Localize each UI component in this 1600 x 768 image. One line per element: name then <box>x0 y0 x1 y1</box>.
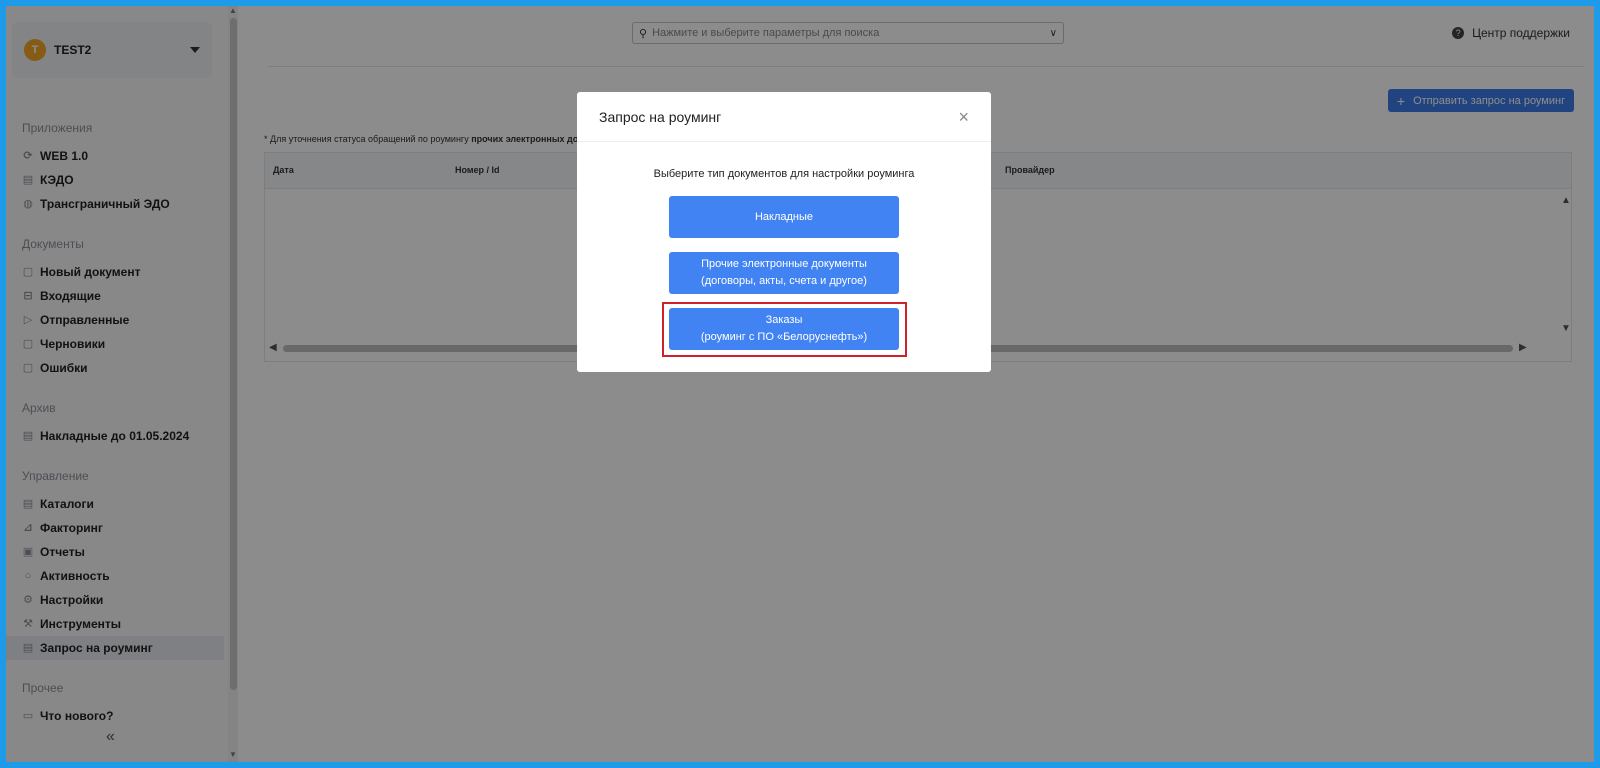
app-frame: T TEST2 Приложения ⟳ WEB 1.0 ▤ КЭДО ◍ Транс… <box>6 6 1594 762</box>
close-icon[interactable]: × <box>958 108 969 126</box>
other-documents-button[interactable]: Прочие электронные документы (договоры, … <box>669 252 899 294</box>
modal-title: Запрос на роуминг <box>599 108 722 125</box>
orders-button[interactable]: Заказы (роуминг с ПО «Белоруснефть») <box>669 308 899 350</box>
modal-header: Запрос на роуминг × <box>577 92 991 142</box>
roaming-request-modal: Запрос на роуминг × Выберите тип докумен… <box>577 92 991 372</box>
waybills-button[interactable]: Накладные <box>669 196 899 238</box>
modal-subtitle: Выберите тип документов для настройки ро… <box>653 168 915 180</box>
